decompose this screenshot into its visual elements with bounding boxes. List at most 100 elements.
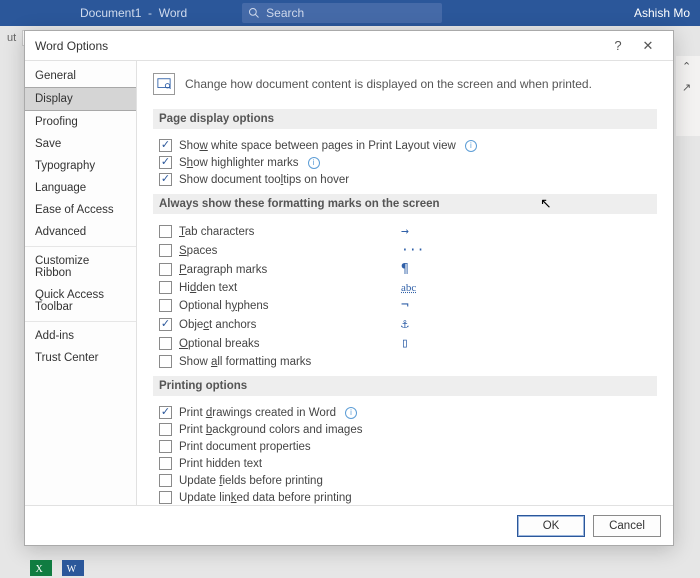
word-icon[interactable]: W	[62, 560, 84, 576]
excel-icon[interactable]: X	[30, 560, 52, 576]
search-box[interactable]: Search	[242, 3, 442, 23]
options-sidebar: GeneralDisplayProofingSaveTypographyLang…	[25, 61, 137, 505]
formatting-mark-symbol: ▯	[401, 336, 441, 351]
sidebar-item-language[interactable]: Language	[25, 177, 136, 199]
checkbox[interactable]	[159, 244, 172, 257]
option-label: Optional breaks	[179, 338, 260, 350]
option-hidden-text[interactable]: Hidden text abc	[153, 279, 443, 296]
option-label: Update fields before printing	[179, 475, 323, 487]
info-icon[interactable]: i	[465, 140, 477, 152]
option-label: Print document properties	[179, 441, 311, 453]
user-name[interactable]: Ashish Mo	[634, 6, 690, 20]
option-show-white-space-between-pages-in-print-layout-view[interactable]: Show white space between pages in Print …	[153, 137, 657, 154]
option-label: Spaces	[179, 245, 217, 257]
document-title: Document1 - Word	[80, 6, 187, 20]
section-page-display: Page display options	[153, 109, 657, 129]
checkbox[interactable]	[159, 173, 172, 186]
sidebar-item-typography[interactable]: Typography	[25, 155, 136, 177]
dialog-footer: OK Cancel	[25, 505, 673, 545]
option-print-drawings-created-in-word[interactable]: Print drawings created in Word i	[153, 404, 657, 421]
option-show-document-tooltips-on-hover[interactable]: Show document tooltips on hover	[153, 171, 657, 188]
option-label: Show highlighter marks	[179, 157, 299, 169]
sidebar-item-save[interactable]: Save	[25, 133, 136, 155]
sidebar-item-advanced[interactable]: Advanced	[25, 221, 136, 243]
checkbox[interactable]	[159, 337, 172, 350]
info-icon[interactable]: i	[308, 157, 320, 169]
option-label: Show document tooltips on hover	[179, 174, 349, 186]
option-show-highlighter-marks[interactable]: Show highlighter marks i	[153, 154, 657, 171]
cancel-button[interactable]: Cancel	[593, 515, 661, 537]
option-spaces[interactable]: Spaces ···	[153, 241, 443, 260]
sidebar-item-display[interactable]: Display	[25, 87, 136, 111]
checkbox[interactable]	[159, 423, 172, 436]
option-label: Print drawings created in Word	[179, 407, 336, 419]
option-print-document-properties[interactable]: Print document properties	[153, 438, 657, 455]
sidebar-item-quick-access-toolbar[interactable]: Quick Access Toolbar	[25, 284, 136, 318]
info-icon[interactable]: i	[345, 407, 357, 419]
checkbox[interactable]	[159, 491, 172, 504]
formatting-mark-symbol: ···	[401, 243, 441, 258]
option-optional-hyphens[interactable]: Optional hyphens ¬	[153, 296, 443, 315]
sidebar-item-ease-of-access[interactable]: Ease of Access	[25, 199, 136, 221]
option-label: Show white space between pages in Print …	[179, 140, 456, 152]
word-options-dialog: Word Options ? ✕ GeneralDisplayProofingS…	[24, 30, 674, 546]
checkbox[interactable]	[159, 318, 172, 331]
checkbox[interactable]	[159, 281, 172, 294]
option-label: Print background colors and images	[179, 424, 362, 436]
right-pane-controls: ⌃ ↗	[676, 56, 700, 136]
sidebar-item-customize-ribbon[interactable]: Customize Ribbon	[25, 246, 136, 284]
option-label: Tab characters	[179, 226, 254, 238]
taskbar-fragment: X W	[0, 558, 120, 578]
option-paragraph-marks[interactable]: Paragraph marks ¶	[153, 260, 443, 279]
close-button[interactable]: ✕	[633, 38, 663, 54]
search-placeholder: Search	[266, 6, 304, 20]
option-tab-characters[interactable]: Tab characters →	[153, 222, 443, 241]
sidebar-item-proofing[interactable]: Proofing	[25, 111, 136, 133]
option-print-hidden-text[interactable]: Print hidden text	[153, 455, 657, 472]
checkbox[interactable]	[159, 263, 172, 276]
app-titlebar: Document1 - Word Search Ashish Mo	[0, 0, 700, 26]
formatting-mark-symbol: ⚓	[401, 317, 441, 332]
ok-button[interactable]: OK	[517, 515, 585, 537]
dialog-titlebar: Word Options ? ✕	[25, 31, 673, 61]
checkbox[interactable]	[159, 156, 172, 169]
options-content: Change how document content is displayed…	[137, 61, 673, 505]
content-heading: Change how document content is displayed…	[153, 73, 657, 95]
option-label: Object anchors	[179, 319, 256, 331]
option-optional-breaks[interactable]: Optional breaks ▯	[153, 334, 443, 353]
formatting-mark-symbol: ¬	[401, 298, 441, 313]
checkbox[interactable]	[159, 225, 172, 238]
option-label: Optional hyphens	[179, 300, 269, 312]
checkbox[interactable]	[159, 355, 172, 368]
svg-text:X: X	[36, 564, 44, 575]
option-show-all-formatting-marks[interactable]: Show all formatting marks	[153, 353, 443, 370]
section-formatting-marks: Always show these formatting marks on th…	[153, 194, 657, 214]
checkbox[interactable]	[159, 474, 172, 487]
section-printing: Printing options	[153, 376, 657, 396]
search-icon	[248, 7, 260, 19]
display-icon	[153, 73, 175, 95]
option-label: Show all formatting marks	[179, 356, 311, 368]
svg-text:W: W	[67, 564, 77, 575]
checkbox[interactable]	[159, 139, 172, 152]
checkbox[interactable]	[159, 457, 172, 470]
option-label: Paragraph marks	[179, 264, 267, 276]
option-update-linked-data-before-printing[interactable]: Update linked data before printing	[153, 489, 657, 505]
checkbox[interactable]	[159, 440, 172, 453]
formatting-mark-symbol: ¶	[401, 262, 441, 277]
option-label: Print hidden text	[179, 458, 262, 470]
formatting-mark-symbol: →	[401, 224, 441, 239]
dialog-title-text: Word Options	[35, 39, 108, 53]
formatting-mark-symbol: abc	[401, 282, 441, 294]
checkbox[interactable]	[159, 406, 172, 419]
sidebar-item-trust-center[interactable]: Trust Center	[25, 347, 136, 369]
option-object-anchors[interactable]: Object anchors ⚓	[153, 315, 443, 334]
option-label: Update linked data before printing	[179, 492, 352, 504]
option-print-background-colors-and-images[interactable]: Print background colors and images	[153, 421, 657, 438]
checkbox[interactable]	[159, 299, 172, 312]
help-button[interactable]: ?	[603, 38, 633, 53]
option-label: Hidden text	[179, 282, 237, 294]
sidebar-item-general[interactable]: General	[25, 65, 136, 87]
sidebar-item-add-ins[interactable]: Add-ins	[25, 321, 136, 347]
option-update-fields-before-printing[interactable]: Update fields before printing	[153, 472, 657, 489]
